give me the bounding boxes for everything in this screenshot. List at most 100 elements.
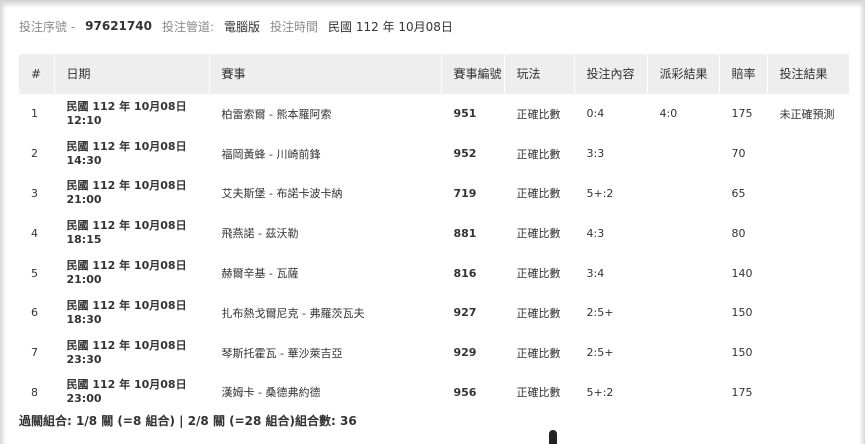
col-header-index: # bbox=[19, 54, 54, 94]
row-result bbox=[766, 292, 849, 333]
row-date: 民國 112 年 10月08日 18:30 bbox=[53, 292, 209, 333]
row-odds: 150 bbox=[718, 332, 767, 373]
order-label: 投注序號 - bbox=[19, 19, 76, 34]
row-date: 民國 112 年 10月08日 23:30 bbox=[53, 332, 209, 373]
row-odds: 175 bbox=[718, 372, 767, 413]
col-header-match-code: 賽事編號 bbox=[440, 54, 504, 94]
row-match: 扎布熱戈爾尼克 - 弗羅茨瓦夫 bbox=[208, 292, 441, 333]
row-match-code: 816 bbox=[440, 253, 504, 293]
row-play: 正確比數 bbox=[503, 253, 574, 293]
row-index: 6 bbox=[19, 292, 54, 333]
col-header-bet: 投注內容 bbox=[573, 54, 647, 94]
row-date: 民國 112 年 10月08日 23:00 bbox=[53, 372, 209, 413]
row-odds: 80 bbox=[718, 213, 767, 254]
table-row: 2 民國 112 年 10月08日 14:30 福岡黃蜂 - 川崎前鋒 952 正… bbox=[19, 133, 849, 174]
row-odds: 150 bbox=[718, 292, 767, 333]
row-bet: 2:5+ bbox=[573, 292, 647, 333]
table-row: 4 民國 112 年 10月08日 18:15 飛燕諾 - 茲沃勒 881 正確比… bbox=[19, 213, 849, 254]
row-match-code: 952 bbox=[440, 133, 504, 174]
row-bet: 2:5+ bbox=[573, 332, 647, 373]
row-index: 5 bbox=[19, 253, 54, 293]
row-bet: 0:4 bbox=[573, 94, 647, 134]
table-row: 3 民國 112 年 10月08日 21:00 艾夫斯堡 - 布諾卡波卡納 719… bbox=[19, 173, 849, 214]
bet-meta-bar: 投注序號 - 97621740 投注管道: 電腦版 投注時間 民國 112 年 … bbox=[19, 17, 453, 35]
row-play: 正確比數 bbox=[503, 213, 574, 254]
scroll-handle[interactable] bbox=[549, 430, 557, 444]
row-play: 正確比數 bbox=[503, 173, 574, 214]
col-header-result: 投注結果 bbox=[766, 54, 849, 94]
row-payout bbox=[646, 372, 719, 413]
row-index: 2 bbox=[19, 133, 54, 174]
row-match: 柏雷索爾 - 熊本羅阿索 bbox=[208, 94, 441, 134]
row-index: 4 bbox=[19, 213, 54, 254]
row-bet: 3:4 bbox=[573, 253, 647, 293]
parlay-summary: 過關組合: 1/8 關 (=8 組合) | 2/8 關 (=28 組合)組合數:… bbox=[19, 414, 357, 428]
row-odds: 175 bbox=[718, 94, 767, 134]
row-match-code: 929 bbox=[440, 332, 504, 373]
row-odds: 140 bbox=[718, 253, 767, 293]
row-index: 1 bbox=[19, 94, 54, 134]
row-match: 琴斯托霍瓦 - 華沙萊吉亞 bbox=[208, 332, 441, 373]
row-date: 民國 112 年 10月08日 18:15 bbox=[53, 213, 209, 254]
channel-value: 電腦版 bbox=[224, 19, 261, 34]
row-payout bbox=[646, 213, 719, 254]
table-row: 8 民國 112 年 10月08日 23:00 漢姆卡 - 桑德弗約德 956 正… bbox=[19, 372, 849, 413]
channel-label: 投注管道: bbox=[161, 19, 214, 34]
col-header-date: 日期 bbox=[53, 54, 209, 94]
row-bet: 5+:2 bbox=[573, 173, 647, 214]
table-row: 1 民國 112 年 10月08日 12:10 柏雷索爾 - 熊本羅阿索 951 … bbox=[19, 94, 849, 134]
row-play: 正確比數 bbox=[503, 372, 574, 413]
row-result bbox=[766, 213, 849, 254]
row-index: 8 bbox=[19, 372, 54, 413]
bet-detail-table: # 日期 賽事 賽事編號 玩法 投注內容 派彩結果 賠率 投注結果 1 民國 1… bbox=[19, 54, 849, 413]
row-payout: 4:0 bbox=[646, 94, 719, 134]
row-date: 民國 112 年 10月08日 14:30 bbox=[53, 133, 209, 174]
right-shadow bbox=[859, 0, 865, 444]
row-match-code: 956 bbox=[440, 372, 504, 413]
row-bet: 5+:2 bbox=[573, 372, 647, 413]
row-match-code: 881 bbox=[440, 213, 504, 254]
row-result bbox=[766, 253, 849, 293]
row-index: 3 bbox=[19, 173, 54, 214]
row-result bbox=[766, 332, 849, 373]
order-number: 97621740 bbox=[85, 19, 152, 33]
table-row: 7 民國 112 年 10月08日 23:30 琴斯托霍瓦 - 華沙萊吉亞 929… bbox=[19, 332, 849, 373]
row-payout bbox=[646, 133, 719, 174]
row-bet: 4:3 bbox=[573, 213, 647, 254]
row-match: 福岡黃蜂 - 川崎前鋒 bbox=[208, 133, 441, 174]
row-play: 正確比數 bbox=[503, 133, 574, 174]
row-result bbox=[766, 173, 849, 214]
row-payout bbox=[646, 332, 719, 373]
row-play: 正確比數 bbox=[503, 94, 574, 134]
bet-time-value: 民國 112 年 10月08日 bbox=[328, 19, 453, 34]
row-result bbox=[766, 372, 849, 413]
row-result bbox=[766, 133, 849, 174]
table-header-row: # 日期 賽事 賽事編號 玩法 投注內容 派彩結果 賠率 投注結果 bbox=[19, 54, 849, 94]
row-play: 正確比數 bbox=[503, 332, 574, 373]
row-match-code: 951 bbox=[440, 94, 504, 134]
top-shadow bbox=[0, 0, 865, 8]
row-match: 飛燕諾 - 茲沃勒 bbox=[208, 213, 441, 254]
row-match-code: 927 bbox=[440, 292, 504, 333]
table-row: 5 民國 112 年 10月08日 21:00 赫爾辛基 - 瓦薩 816 正確比… bbox=[19, 253, 849, 293]
row-payout bbox=[646, 292, 719, 333]
row-play: 正確比數 bbox=[503, 292, 574, 333]
col-header-play: 玩法 bbox=[503, 54, 574, 94]
col-header-match: 賽事 bbox=[208, 54, 441, 94]
table-row: 6 民國 112 年 10月08日 18:30 扎布熱戈爾尼克 - 弗羅茨瓦夫 9… bbox=[19, 292, 849, 333]
row-result: 未正確預測 bbox=[766, 94, 849, 134]
bet-time-label: 投注時間 bbox=[270, 19, 319, 34]
row-odds: 70 bbox=[718, 133, 767, 174]
col-header-odds: 賠率 bbox=[718, 54, 767, 94]
row-bet: 3:3 bbox=[573, 133, 647, 174]
row-odds: 65 bbox=[718, 173, 767, 214]
row-date: 民國 112 年 10月08日 12:10 bbox=[53, 94, 209, 134]
left-shadow bbox=[0, 0, 6, 444]
row-match: 赫爾辛基 - 瓦薩 bbox=[208, 253, 441, 293]
row-date: 民國 112 年 10月08日 21:00 bbox=[53, 253, 209, 293]
row-match: 漢姆卡 - 桑德弗約德 bbox=[208, 372, 441, 413]
row-match-code: 719 bbox=[440, 173, 504, 214]
row-payout bbox=[646, 253, 719, 293]
col-header-payout: 派彩結果 bbox=[646, 54, 719, 94]
row-date: 民國 112 年 10月08日 21:00 bbox=[53, 173, 209, 214]
